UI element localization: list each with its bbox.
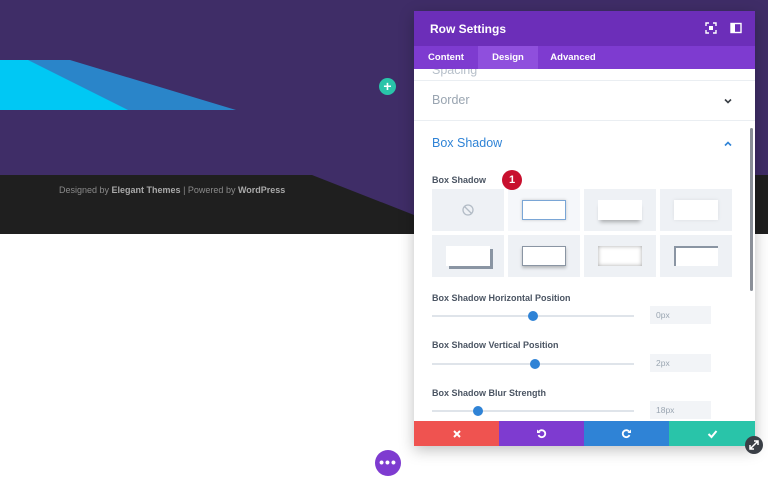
- slider-knob[interactable]: [530, 359, 540, 369]
- preset-none[interactable]: [432, 189, 504, 231]
- sidebar-toggle-icon[interactable]: [730, 22, 742, 34]
- step-badge: 1: [502, 170, 522, 190]
- chevron-down-icon[interactable]: [723, 96, 733, 106]
- blur-strength-input[interactable]: 18px: [650, 401, 711, 419]
- modal-title: Row Settings: [430, 22, 507, 36]
- box-shadow-label: Box Shadow: [432, 175, 487, 185]
- box-shadow-section-title: Box Shadow: [432, 136, 503, 150]
- preset-5[interactable]: [508, 235, 580, 277]
- tab-bar: Content Design Advanced: [414, 46, 755, 69]
- close-icon: [452, 430, 461, 438]
- cancel-button[interactable]: [414, 421, 499, 446]
- field-label-horizontal: Box Shadow Horizontal Position: [432, 293, 571, 303]
- footer-wordpress-link[interactable]: WordPress: [238, 185, 285, 195]
- slider-knob[interactable]: [528, 311, 538, 321]
- modal-header: Row Settings: [414, 11, 755, 46]
- redo-button[interactable]: [584, 421, 669, 446]
- scrollbar[interactable]: [750, 128, 753, 291]
- border-section-title: Border: [432, 93, 470, 107]
- horizontal-position-input[interactable]: 0px: [650, 306, 711, 324]
- check-icon: [707, 430, 717, 439]
- preset-1[interactable]: [508, 189, 580, 231]
- vertical-position-slider[interactable]: [432, 359, 634, 369]
- field-label-blur: Box Shadow Blur Strength: [432, 388, 547, 398]
- footer-elegant-link[interactable]: Elegant Themes: [112, 185, 181, 195]
- preset-2[interactable]: [584, 189, 656, 231]
- no-shadow-icon: [462, 204, 474, 216]
- expand-icon[interactable]: [705, 22, 717, 34]
- footer-credits: Designed by Elegant Themes | Powered by …: [59, 185, 285, 195]
- footer-designed-by: Designed by: [59, 185, 112, 195]
- preset-7[interactable]: [660, 235, 732, 277]
- section-box-shadow[interactable]: Box Shadow: [414, 124, 755, 164]
- add-row-button[interactable]: +: [379, 78, 396, 95]
- resize-icon: [749, 440, 759, 450]
- tab-design[interactable]: Design: [478, 46, 538, 69]
- save-button[interactable]: [669, 421, 755, 446]
- page-options-button[interactable]: •••: [375, 450, 401, 476]
- slider-knob[interactable]: [473, 406, 483, 416]
- undo-icon: [537, 429, 547, 439]
- row-settings-modal: Row Settings Content Design Advanced Spa…: [414, 11, 755, 446]
- preset-3[interactable]: [660, 189, 732, 231]
- spacing-section-partial: Spacing: [432, 69, 478, 77]
- field-label-vertical: Box Shadow Vertical Position: [432, 340, 559, 350]
- chevron-up-icon[interactable]: [723, 139, 733, 149]
- horizontal-position-slider[interactable]: [432, 311, 634, 321]
- preset-4[interactable]: [432, 235, 504, 277]
- blur-strength-slider[interactable]: [432, 406, 634, 416]
- redo-icon: [621, 429, 631, 439]
- section-border[interactable]: Border: [414, 81, 755, 121]
- undo-button[interactable]: [499, 421, 584, 446]
- footer-separator: | Powered by: [180, 185, 238, 195]
- preset-6[interactable]: [584, 235, 656, 277]
- vertical-position-input[interactable]: 2px: [650, 354, 711, 372]
- modal-footer: [414, 421, 755, 446]
- tab-advanced[interactable]: Advanced: [538, 46, 608, 69]
- resize-handle[interactable]: [745, 436, 763, 454]
- box-shadow-presets: [432, 189, 734, 279]
- modal-body: Spacing Border Box Shadow Box Shadow Box…: [414, 69, 755, 421]
- tab-content[interactable]: Content: [414, 46, 478, 69]
